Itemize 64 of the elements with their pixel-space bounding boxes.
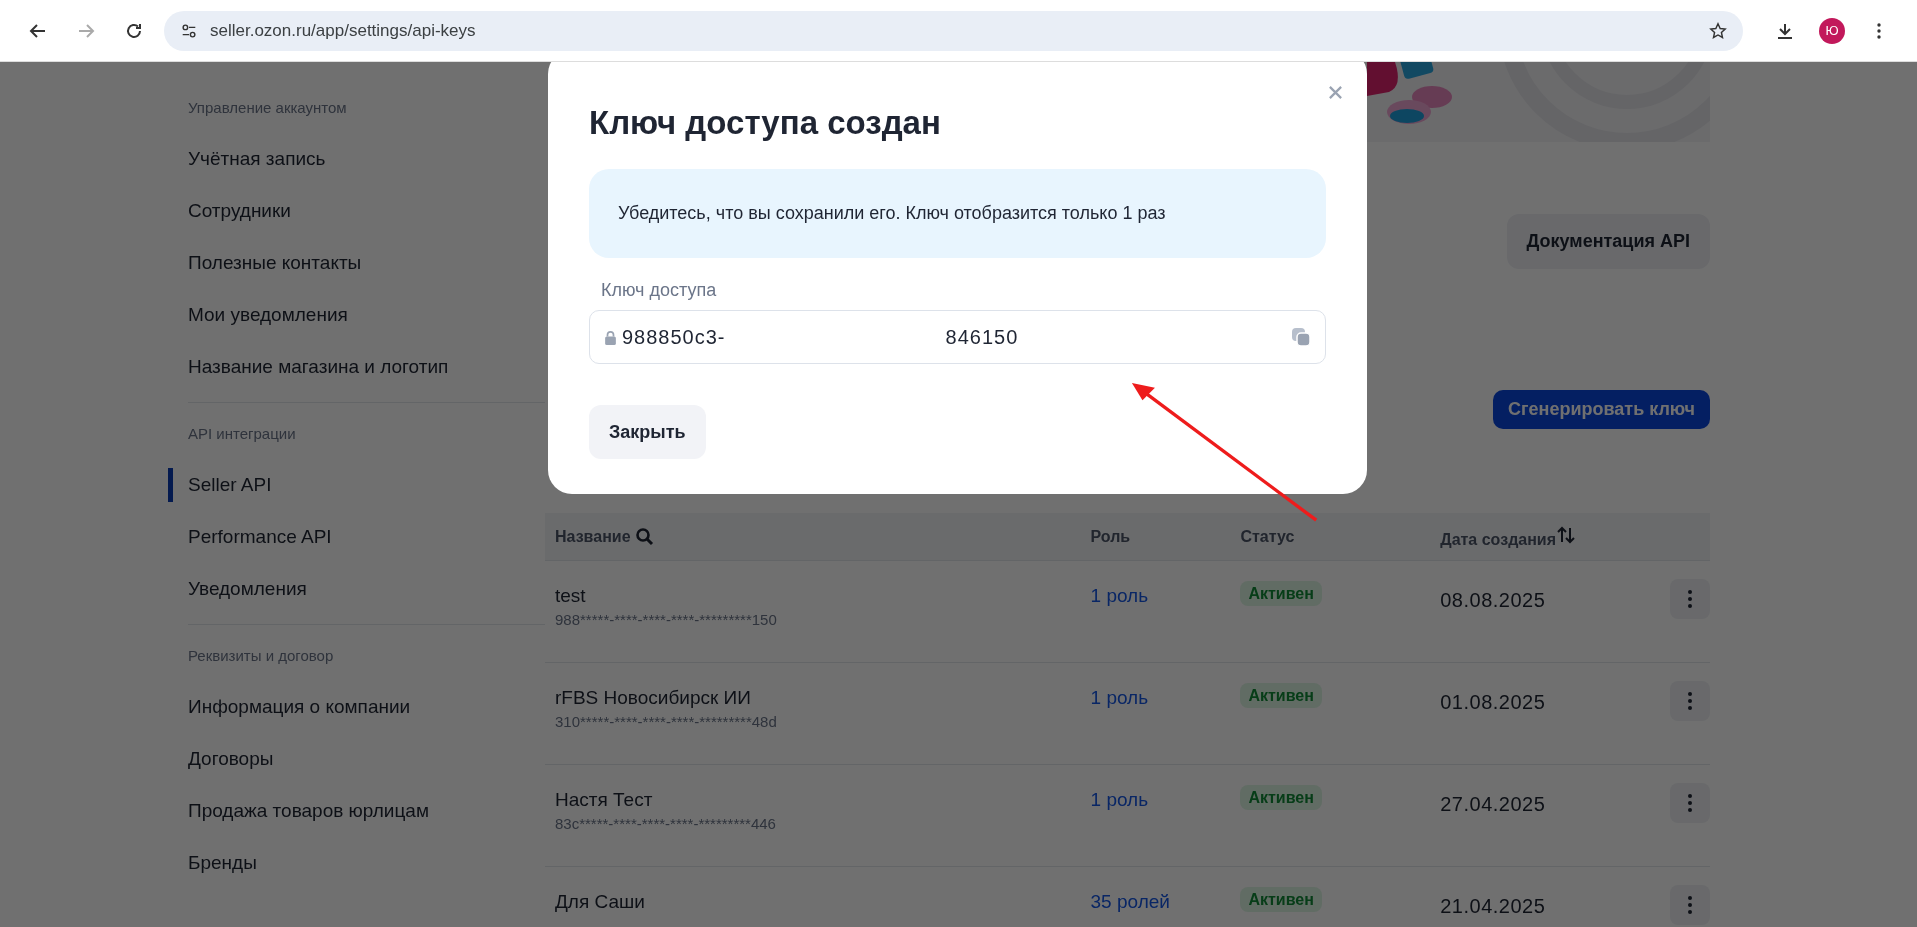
date-cell: 01.08.2025 [1440, 691, 1546, 714]
column-header[interactable]: Название [555, 527, 631, 546]
key-name: Для Саши [555, 891, 645, 913]
key-name: rFBS Новосибирск ИИ [555, 687, 751, 709]
sidebar-item[interactable]: Учётная запись [168, 142, 545, 176]
column-header: Роль [1090, 527, 1131, 545]
copy-icon[interactable] [1291, 327, 1311, 347]
sidebar-section-title: Управление аккаунтом [188, 99, 348, 118]
api-docs-button[interactable]: Документация API [1506, 214, 1710, 269]
role-link[interactable]: 1 роль [1090, 687, 1149, 708]
sidebar-section-title: Реквизиты и договор [188, 647, 335, 666]
column-header[interactable]: Дата создания [1440, 530, 1556, 548]
key-value: 988850c3- [622, 325, 726, 349]
sidebar-item[interactable]: Договоры [168, 742, 545, 776]
masked-key: 310*****-****-****-****-*********48d [555, 713, 777, 730]
search-icon[interactable] [634, 526, 655, 547]
status-badge: Активен [1240, 887, 1322, 912]
status-badge: Активен [1240, 581, 1322, 606]
status-badge: Активен [1240, 785, 1322, 810]
role-link[interactable]: 1 роль [1090, 789, 1149, 810]
dialog-title: Ключ доступа создан [589, 104, 942, 142]
role-link[interactable]: 1 роль [1090, 585, 1149, 606]
more-icon [1687, 793, 1693, 813]
site-settings-icon[interactable] [180, 21, 198, 40]
bookmark-star-icon[interactable] [1709, 21, 1727, 40]
masked-key: 988*****-****-****-****-*********150 [555, 611, 777, 628]
more-icon [1687, 589, 1693, 609]
close-icon[interactable] [1328, 85, 1343, 100]
date-cell: 27.04.2025 [1440, 793, 1546, 816]
sidebar-item[interactable]: Сотрудники [168, 194, 545, 228]
sidebar-item[interactable]: Мои уведомления [168, 298, 545, 332]
more-button[interactable] [1670, 681, 1710, 721]
sidebar-item[interactable]: Performance API [168, 520, 545, 554]
more-icon [1687, 895, 1693, 915]
masked-key: 83c*****-****-****-****-*********446 [555, 815, 776, 832]
sidebar-item[interactable]: Полезные контакты [168, 246, 545, 280]
more-icon [1687, 691, 1693, 711]
key-value: 846150 [945, 325, 1019, 349]
close-button[interactable]: Закрыть [589, 405, 706, 459]
sort-icon[interactable] [1556, 524, 1576, 545]
date-cell: 21.04.2025 [1440, 895, 1546, 918]
role-link[interactable]: 35 ролей [1090, 891, 1170, 912]
sidebar-item[interactable]: Уведомления [168, 572, 545, 606]
generate-key-button[interactable]: Сгенерировать ключ [1493, 390, 1710, 429]
sidebar-item[interactable]: Название магазина и логотип [168, 350, 545, 384]
date-cell: 08.08.2025 [1440, 589, 1546, 612]
status-badge: Активен [1240, 683, 1322, 708]
column-header: Статус [1240, 527, 1295, 545]
key-field[interactable]: 988850c3- 846150 [589, 310, 1326, 364]
more-button[interactable] [1670, 885, 1710, 925]
sidebar-section-title: API интеграции [188, 425, 297, 444]
key-name: Настя Тест [555, 789, 653, 811]
sidebar-item[interactable]: Бренды [168, 846, 545, 880]
url-text: seller.ozon.ru/app/settings/api-keys [210, 20, 477, 41]
sidebar-item[interactable]: Продажа товаров юрлицам [168, 794, 545, 828]
lock-icon [604, 329, 617, 345]
profile-avatar[interactable]: Ю [1819, 17, 1845, 44]
more-button[interactable] [1670, 579, 1710, 619]
sidebar-item[interactable]: Информация о компании [168, 690, 545, 724]
more-button[interactable] [1670, 783, 1710, 823]
field-label: Ключ доступа [600, 280, 718, 301]
address-bar[interactable]: seller.ozon.ru/app/settings/api-keys [164, 10, 1743, 51]
key-name: test [555, 585, 586, 607]
notice-text: Убедитесь, что вы сохранили его. Ключ отобразится только 1 раз [618, 203, 1166, 224]
